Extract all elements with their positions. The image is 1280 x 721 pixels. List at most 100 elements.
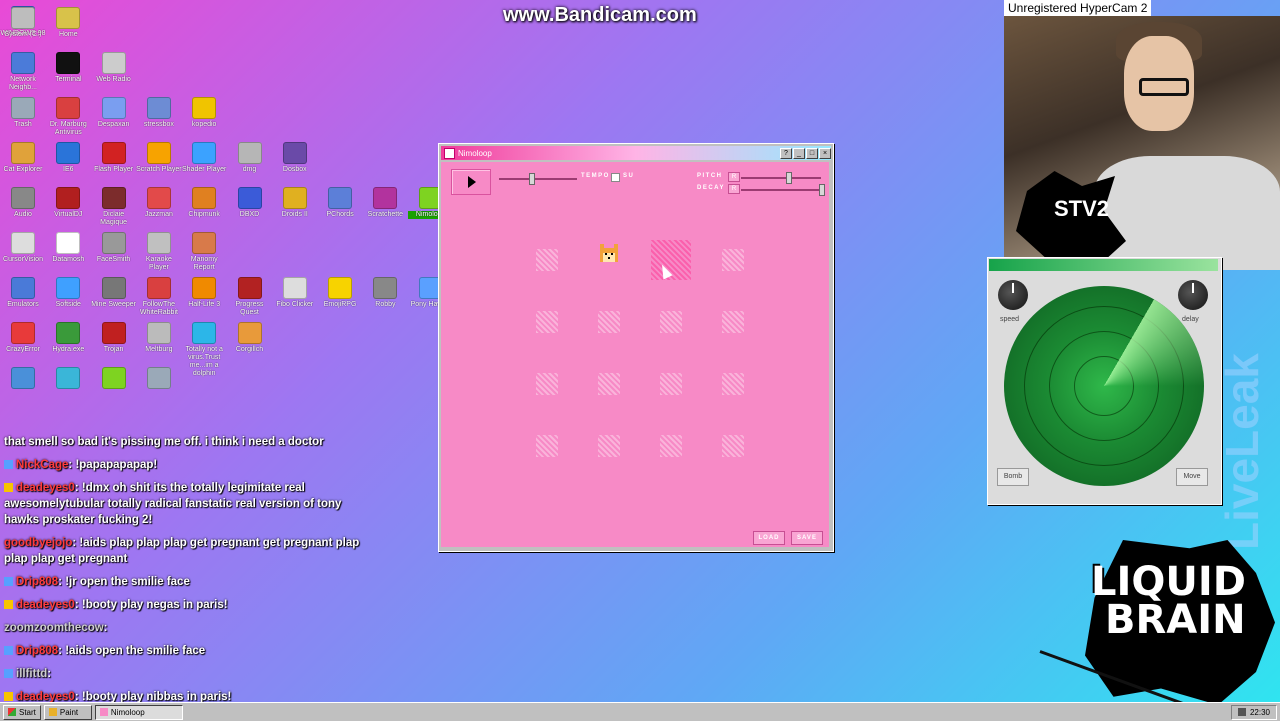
radar-titlebar[interactable] [989, 259, 1218, 271]
desktop-icon[interactable]: EmojiRPG [317, 277, 363, 309]
play-button[interactable] [451, 169, 491, 195]
sequencer-cell[interactable] [598, 311, 620, 333]
desktop-icon[interactable]: FaceSmith [91, 232, 137, 264]
desktop-icon[interactable]: stressbox [136, 97, 182, 129]
pitch-slider[interactable] [741, 172, 821, 184]
speed-knob[interactable] [998, 280, 1028, 310]
bomb-button[interactable]: Bomb [997, 468, 1029, 486]
desktop-icon[interactable]: Home [45, 7, 91, 39]
desktop-icon[interactable]: CrazyError [0, 322, 46, 354]
decay-slider-handle[interactable] [819, 184, 825, 196]
desktop-icon[interactable]: System (C:) [0, 7, 46, 39]
desktop-icon[interactable]: VirtualDJ [45, 187, 91, 219]
desktop-icon[interactable]: Audio [0, 187, 46, 219]
sequencer-cell[interactable] [598, 435, 620, 457]
desktop-icon[interactable] [136, 367, 182, 391]
nimoloop-canvas[interactable]: TEMPO SU PITCH R DECAY R LOAD SAVE [441, 162, 829, 547]
desktop-icon[interactable]: Emulators [0, 277, 46, 309]
move-button[interactable]: Move [1176, 468, 1208, 486]
desktop-icon[interactable]: Despaxan [91, 97, 137, 129]
desktop-icon[interactable]: Web Radio [91, 52, 137, 84]
taskbar-item-paint[interactable]: Paint [43, 704, 92, 720]
desktop-icon[interactable]: Flash Player [91, 142, 137, 174]
sequencer-cell[interactable] [722, 435, 744, 457]
desktop-icon[interactable]: dmg [227, 142, 273, 174]
su-checkbox[interactable] [611, 173, 620, 182]
desktop-icon[interactable]: Fibo Clicker [272, 277, 318, 309]
desktop-icon[interactable] [91, 367, 137, 391]
decay-slider[interactable] [741, 184, 825, 196]
desktop-icon[interactable]: Meltburg [136, 322, 182, 354]
desktop-icon[interactable]: Progress Quest [227, 277, 273, 317]
desktop-icon[interactable] [0, 367, 46, 391]
desktop-icon[interactable]: IE6 [45, 142, 91, 174]
speed-label: speed [1000, 316, 1020, 323]
desktop-icon[interactable] [45, 367, 91, 391]
desktop-icon[interactable]: Karaoke Player [136, 232, 182, 272]
desktop-icon-label: Softside [55, 301, 81, 308]
sequencer-cell[interactable] [536, 311, 558, 333]
desktop-icon[interactable]: DBXD [227, 187, 273, 219]
sequencer-cell[interactable] [660, 373, 682, 395]
desktop-icon[interactable]: Trojan [91, 322, 137, 354]
desktop-icon[interactable]: Cat Explorer [0, 142, 46, 174]
desktop-icon[interactable]: Droids II [272, 187, 318, 219]
chat-text: !papapapapap! [75, 459, 158, 471]
desktop-icon[interactable]: Scratchette [362, 187, 408, 219]
start-button[interactable]: Start [3, 704, 41, 720]
desktop-icon[interactable]: Softside [45, 277, 91, 309]
desktop-icon[interactable]: CursorVision [0, 232, 46, 264]
radar-window[interactable]: speed delay Bomb Move [987, 257, 1222, 505]
desktop-icon[interactable]: Corgillch [227, 322, 273, 354]
desktop-icon[interactable]: Trash [0, 97, 46, 129]
nimoloop-window[interactable]: Nimoloop ? _ □ × TEMPO SU PITCH R DECAY … [438, 143, 834, 552]
desktop-icon[interactable]: Scratch Player [136, 142, 182, 174]
desktop-icon[interactable]: Diclaie Magique [91, 187, 137, 227]
sequencer-cell[interactable] [536, 435, 558, 457]
desktop-icon[interactable]: Totally not a virus.Trust me...im a dolp… [181, 322, 227, 378]
sequencer-cell[interactable] [598, 373, 620, 395]
sequencer-cell[interactable] [722, 373, 744, 395]
volume-icon[interactable] [1237, 708, 1246, 716]
chat-username: illfittd [16, 668, 48, 680]
sequencer-cell[interactable] [536, 373, 558, 395]
pitch-reset-button[interactable]: R [728, 172, 740, 182]
desktop-icon[interactable]: Hydra.exe [45, 322, 91, 354]
tempo-slider[interactable] [499, 173, 577, 185]
desktop-icon[interactable]: Manomy Report [181, 232, 227, 272]
tempo-slider-handle[interactable] [529, 173, 535, 185]
desktop-icon[interactable]: FollowThe WhiteRabbit [136, 277, 182, 317]
sequencer-cell[interactable] [660, 435, 682, 457]
system-tray: 22:30 [1230, 704, 1277, 720]
desktop-icon[interactable]: Shader Player [181, 142, 227, 174]
delay-knob[interactable] [1178, 280, 1208, 310]
decay-reset-button[interactable]: R [728, 184, 740, 194]
desktop-icon[interactable]: Dosbox [272, 142, 318, 174]
sequencer-cell[interactable] [722, 311, 744, 333]
desktop-icon[interactable]: Mine Sweeper [91, 277, 137, 309]
desktop-icon[interactable]: PChords [317, 187, 363, 219]
maximize-button[interactable]: □ [806, 147, 818, 159]
desktop-icon[interactable]: Chipmunk [181, 187, 227, 219]
sequencer-cell[interactable] [660, 311, 682, 333]
sequencer-cell[interactable] [722, 249, 744, 271]
desktop-icon-label: Chipmunk [188, 211, 220, 218]
corgi-sprite-icon[interactable] [597, 244, 621, 266]
window-titlebar[interactable]: Nimoloop ? _ □ × [441, 146, 831, 160]
desktop-icon[interactable]: Dr. Marburg Antivirus [45, 97, 91, 137]
pitch-slider-handle[interactable] [786, 172, 792, 184]
save-button[interactable]: SAVE [791, 531, 823, 545]
desktop-icon[interactable]: Network Neighb... [0, 52, 46, 92]
desktop-icon[interactable]: Jazzman [136, 187, 182, 219]
desktop-icon[interactable]: Datamosh [45, 232, 91, 264]
help-button[interactable]: ? [780, 147, 792, 159]
minimize-button[interactable]: _ [793, 147, 805, 159]
load-button[interactable]: LOAD [753, 531, 785, 545]
taskbar-item-nimoloop[interactable]: Nimoloop [94, 704, 183, 720]
desktop-icon[interactable]: Terminal [45, 52, 91, 84]
sequencer-cell[interactable] [536, 249, 558, 271]
desktop-icon[interactable]: kopedio [181, 97, 227, 129]
desktop-icon[interactable]: Robby [362, 277, 408, 309]
desktop-icon[interactable]: Half-Life 3 [181, 277, 227, 309]
close-button[interactable]: × [819, 147, 831, 159]
